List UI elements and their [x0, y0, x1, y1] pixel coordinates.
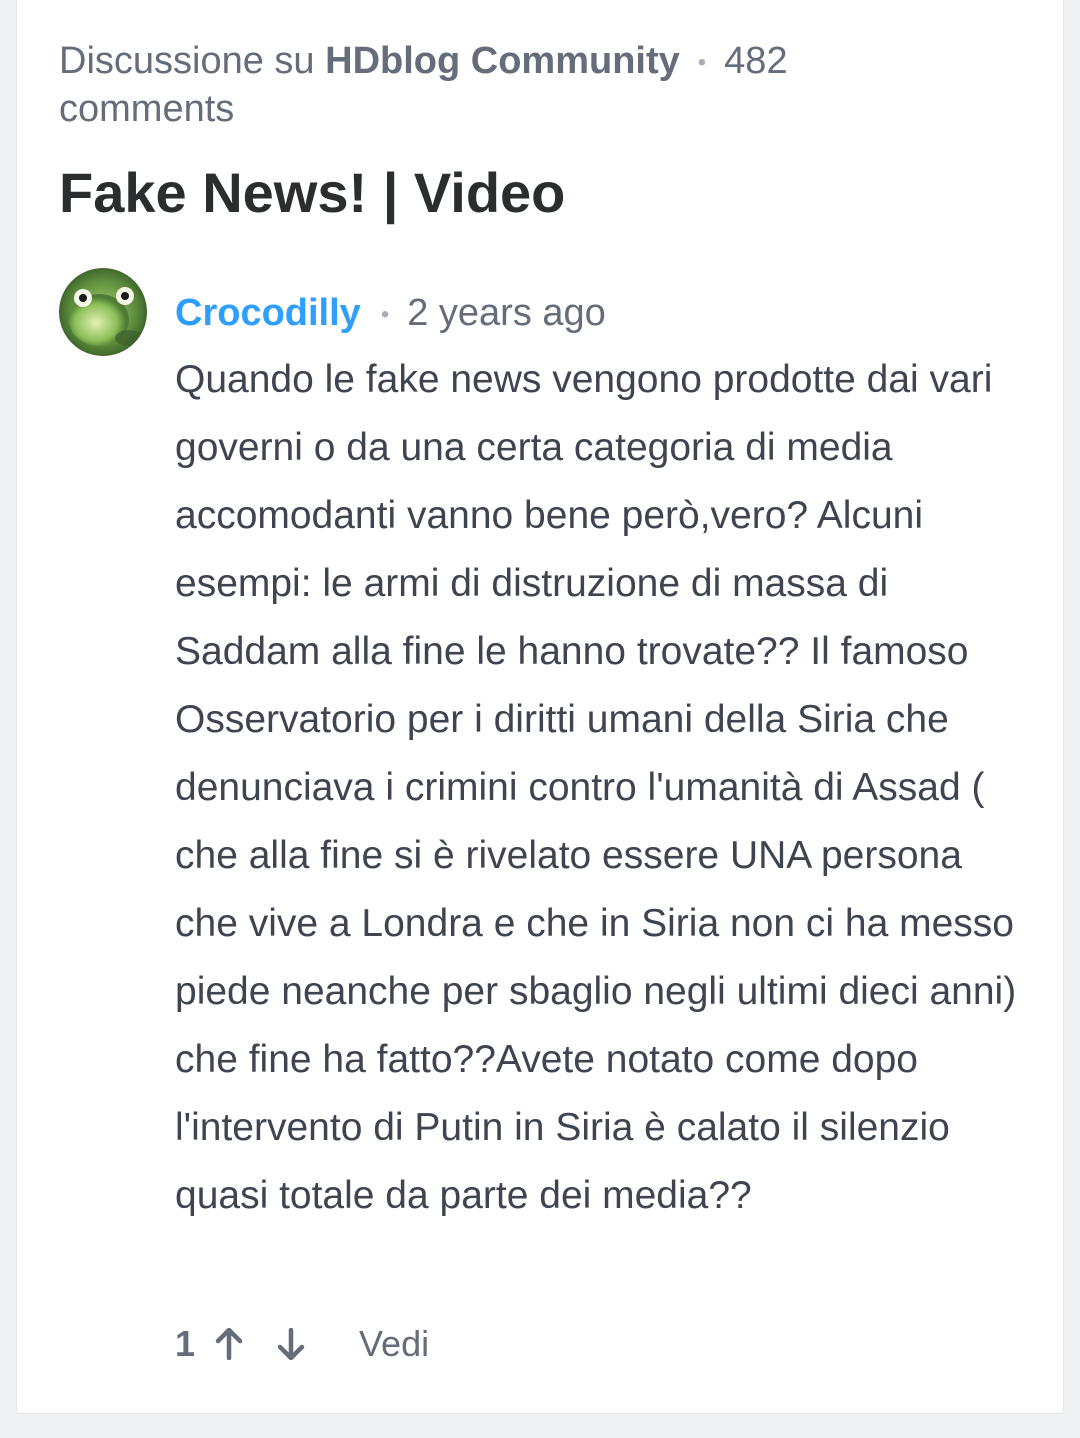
meta-separator: •: [697, 48, 707, 76]
avatar[interactable]: [59, 268, 147, 356]
comment-actions: 1 Vedi: [175, 1318, 429, 1370]
comment-text: Quando le fake news vengono prodotte dai…: [175, 358, 1017, 1217]
comment-timestamp[interactable]: 2 years ago: [407, 292, 606, 334]
thread-meta: Discussione su HDblog Community • 482 comm…: [59, 38, 879, 132]
view-button[interactable]: Vedi: [359, 1323, 429, 1365]
community-link[interactable]: HDblog Community: [325, 40, 680, 82]
thread-title[interactable]: Fake News! | Video: [59, 160, 565, 226]
comment-card: Discussione su HDblog Community • 482 comm…: [16, 0, 1064, 1414]
frog-avatar-image: [59, 268, 147, 356]
discussion-prefix: Discussione su: [59, 40, 315, 82]
arrow-down-icon[interactable]: [271, 1324, 311, 1364]
comment-author[interactable]: Crocodilly: [175, 292, 361, 334]
comment-header: Crocodilly • 2 years ago: [175, 290, 606, 338]
vote-count: 1: [175, 1323, 196, 1364]
arrow-up-icon[interactable]: [209, 1324, 249, 1364]
header-separator: •: [380, 300, 390, 328]
